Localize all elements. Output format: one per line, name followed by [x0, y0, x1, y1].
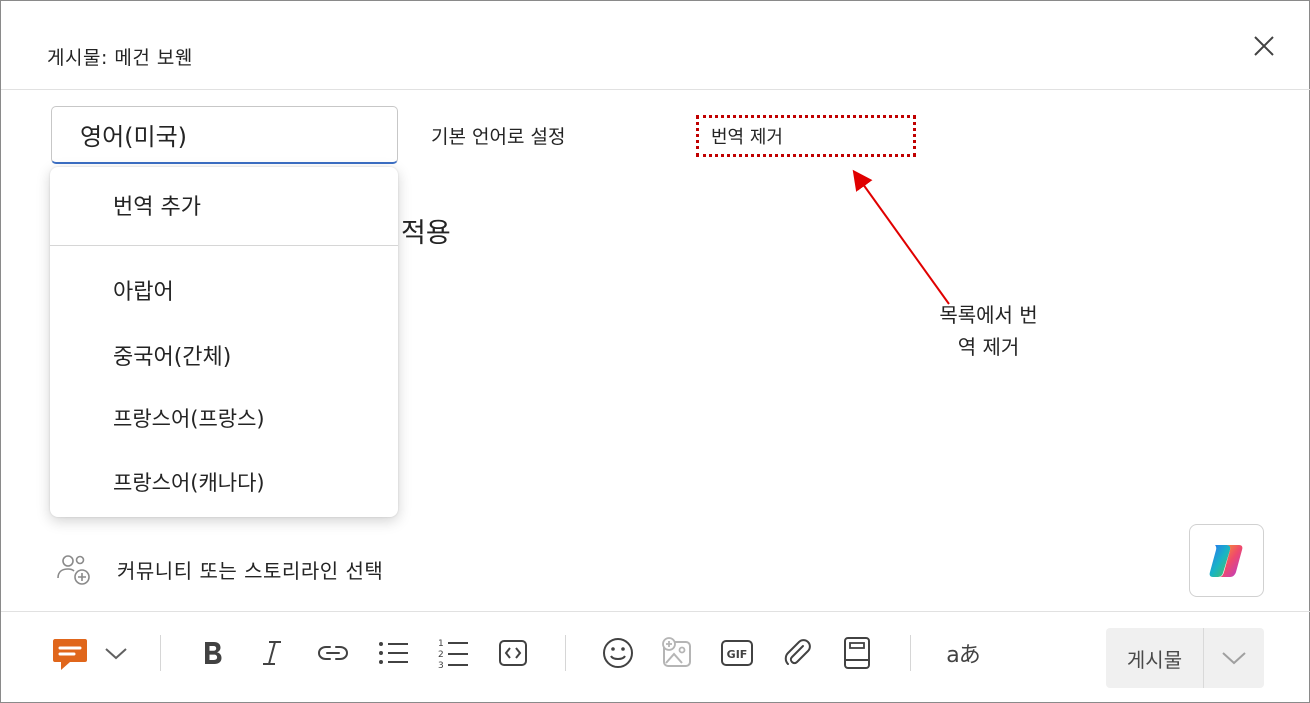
code-icon: [499, 640, 527, 666]
body-text: 적용: [401, 218, 451, 249]
bullet-list-button[interactable]: [373, 633, 413, 673]
translate-button[interactable]: aあ: [941, 633, 985, 673]
emoji-icon: [603, 638, 633, 668]
toolbar-separator: [565, 635, 566, 671]
chevron-down-icon: [105, 648, 127, 660]
language-option-french-france[interactable]: 프랑스어(프랑스): [113, 403, 265, 433]
set-default-language-link[interactable]: 기본 언어로 설정: [431, 122, 565, 149]
chevron-down-icon: [1222, 652, 1246, 665]
svg-text:1: 1: [438, 639, 444, 649]
bold-icon: [205, 642, 222, 664]
close-icon: [1254, 36, 1274, 56]
italic-icon: [263, 641, 281, 665]
remove-translation-button[interactable]: 번역 제거: [696, 115, 916, 157]
emoji-button[interactable]: [598, 633, 638, 673]
link-button[interactable]: [313, 633, 353, 673]
numbered-list-button[interactable]: 1 2 3: [433, 633, 473, 673]
language-option-arabic[interactable]: 아랍어: [113, 274, 174, 306]
copilot-button[interactable]: [1189, 524, 1264, 597]
annotation-line-2: 역 제거: [957, 335, 1020, 359]
post-button-label: 게시물: [1126, 647, 1183, 672]
close-button[interactable]: [1247, 29, 1281, 63]
annotation-line-1: 목록에서 번: [939, 303, 1038, 327]
people-add-icon: [57, 555, 90, 585]
gif-button[interactable]: GIF: [717, 633, 757, 673]
bold-button[interactable]: [193, 633, 231, 673]
code-button[interactable]: [493, 633, 533, 673]
community-picker[interactable]: 커뮤니티 또는 스토리라인 선택: [55, 551, 383, 587]
svg-text:2: 2: [438, 650, 444, 660]
attach-button[interactable]: [777, 633, 817, 673]
annotation-text: 목록에서 번 역 제거: [916, 299, 1061, 363]
language-dropdown: 번역 추가 아랍어 중국어(간체) 프랑스어(프랑스) 프랑스어(캐나다): [50, 167, 398, 517]
language-select[interactable]: 영어(미국): [51, 106, 398, 164]
language-option-french-canada[interactable]: 프랑스어(캐나다): [113, 467, 265, 497]
image-button[interactable]: [657, 633, 697, 673]
dialog-title: 게시물: 메건 보웬: [47, 47, 193, 69]
toolbar-separator: [160, 635, 161, 671]
svg-text:GIF: GIF: [727, 648, 748, 661]
header-divider: [1, 89, 1310, 90]
dropdown-divider: [50, 245, 398, 246]
post-dialog: 게시물: 메건 보웬 영어(미국) 기본 언어로 설정 번역 제거 적용 번역 …: [0, 0, 1310, 703]
image-icon: [662, 637, 691, 667]
bullet-list-icon: [379, 642, 408, 664]
add-translation-option[interactable]: 번역 추가: [113, 189, 201, 221]
svg-text:3: 3: [438, 661, 444, 670]
translate-icon: aあ: [946, 643, 980, 668]
attachment-icon: [784, 639, 811, 665]
message-type-icon: [53, 639, 87, 670]
community-label: 커뮤니티 또는 스토리라인 선택: [117, 558, 384, 583]
language-option-chinese-simplified[interactable]: 중국어(간체): [113, 339, 231, 371]
remove-translation-label: 번역 제거: [711, 127, 783, 148]
post-button[interactable]: 게시물: [1106, 628, 1264, 688]
italic-button[interactable]: [253, 633, 291, 673]
copilot-icon: [1209, 544, 1242, 577]
link-icon: [317, 646, 349, 660]
book-icon: [844, 637, 870, 669]
post-options-button[interactable]: [1204, 628, 1264, 688]
gif-icon: GIF: [721, 640, 753, 666]
book-button[interactable]: [837, 633, 877, 673]
toolbar-divider: [1, 611, 1310, 612]
message-type-dropdown-button[interactable]: [99, 633, 133, 673]
message-type-button[interactable]: [49, 633, 91, 673]
toolbar-separator: [910, 635, 911, 671]
numbered-list-icon: 1 2 3: [438, 639, 468, 670]
